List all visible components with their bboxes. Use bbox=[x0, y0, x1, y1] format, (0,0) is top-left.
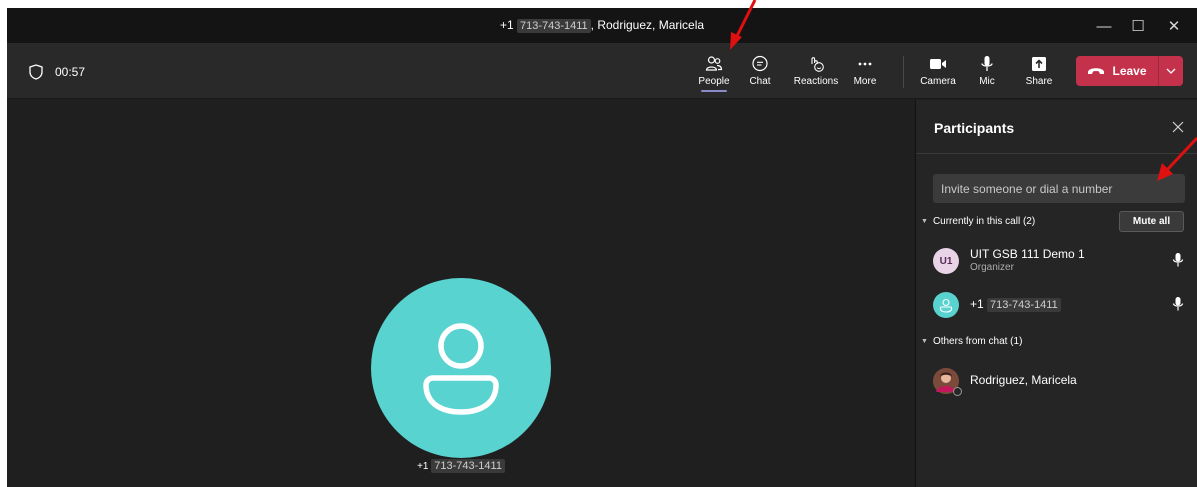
chat-label: Chat bbox=[749, 76, 771, 87]
person-icon bbox=[939, 298, 953, 313]
close-window-button[interactable]: ✕ bbox=[1157, 8, 1191, 44]
participant-avatar-large bbox=[371, 278, 551, 458]
timer-text: 00:57 bbox=[55, 65, 86, 79]
leave-options-button[interactable] bbox=[1159, 68, 1183, 74]
window-title: +1 713-743-1411, Rodriguez, Maricela bbox=[7, 18, 1197, 33]
more-button[interactable]: More bbox=[842, 49, 888, 95]
share-icon bbox=[1032, 57, 1046, 71]
participant-name: UIT GSB 111 Demo 1 bbox=[970, 247, 1085, 261]
avatar bbox=[933, 368, 962, 396]
participant-role: Organizer bbox=[970, 262, 1014, 273]
mic-button[interactable]: Mic bbox=[964, 49, 1010, 95]
toolbar-divider bbox=[903, 56, 904, 88]
title-contact-name: Rodriguez, Maricela bbox=[597, 18, 705, 32]
close-icon: ✕ bbox=[1167, 18, 1181, 35]
title-prefix: +1 bbox=[499, 18, 514, 32]
participant-name: Rodriguez, Maricela bbox=[970, 373, 1077, 387]
others-section-label: Others from chat (1) bbox=[932, 336, 1023, 347]
annotation-arrow bbox=[730, 0, 757, 50]
participant-name-prefix: +1 bbox=[970, 297, 984, 311]
participant-row[interactable]: +1 713-743-1411 bbox=[933, 290, 1188, 324]
participant-row[interactable]: Rodriguez, Maricela bbox=[933, 366, 1188, 400]
mic-label: Mic bbox=[979, 76, 995, 87]
invite-input[interactable] bbox=[933, 174, 1185, 203]
meeting-toolbar: 00:57 People Chat Reactions More Camera … bbox=[7, 44, 1197, 99]
more-label: More bbox=[853, 76, 877, 87]
panel-title: Participants bbox=[934, 120, 1015, 136]
camera-icon bbox=[930, 59, 946, 69]
active-tab-indicator bbox=[701, 90, 727, 92]
stage-name-prefix: +1 bbox=[417, 461, 429, 472]
maximize-icon: ☐ bbox=[1131, 18, 1145, 35]
close-panel-button[interactable] bbox=[1169, 118, 1187, 136]
participant-name-label: +1 713-743-1411 bbox=[7, 459, 915, 473]
in-call-section-header[interactable]: ▼ Currently in this call (2) bbox=[921, 216, 1035, 227]
mic-icon bbox=[981, 56, 993, 71]
mic-icon bbox=[1172, 253, 1184, 267]
close-icon bbox=[1172, 121, 1184, 133]
mute-all-button[interactable]: Mute all bbox=[1119, 211, 1184, 232]
avatar bbox=[933, 292, 959, 318]
leave-button[interactable]: Leave bbox=[1076, 64, 1158, 78]
chevron-down-icon bbox=[1166, 68, 1176, 74]
leave-button-group: Leave bbox=[1076, 56, 1183, 86]
participant-name: +1 713-743-1411 bbox=[970, 297, 1061, 312]
phone-hangup-icon bbox=[1088, 68, 1105, 74]
title-phone-number: 713-743-1411 bbox=[516, 19, 591, 33]
meeting-timer: 00:57 bbox=[29, 64, 85, 80]
camera-button[interactable]: Camera bbox=[915, 49, 961, 95]
offline-status-icon bbox=[953, 387, 962, 396]
minimize-icon: — bbox=[1096, 17, 1112, 35]
minimize-button[interactable]: — bbox=[1087, 8, 1121, 44]
stage-phone-number: 713-743-1411 bbox=[431, 459, 505, 473]
mic-icon bbox=[1172, 297, 1184, 311]
reactions-button[interactable]: Reactions bbox=[793, 49, 839, 95]
people-icon bbox=[705, 56, 723, 71]
person-icon bbox=[423, 323, 499, 415]
reactions-label: Reactions bbox=[793, 76, 839, 87]
teams-meeting-window: +1 713-743-1411, Rodriguez, Maricela — ☐… bbox=[7, 8, 1197, 487]
shield-icon bbox=[29, 64, 43, 80]
people-label: People bbox=[698, 76, 730, 87]
title-bar: +1 713-743-1411, Rodriguez, Maricela — ☐… bbox=[7, 8, 1197, 44]
participant-row[interactable]: U1 UIT GSB 111 Demo 1 Organizer bbox=[933, 246, 1188, 280]
in-call-section-label: Currently in this call (2) bbox=[932, 216, 1036, 227]
collapse-caret-icon: ▼ bbox=[921, 338, 928, 345]
video-stage: +1 713-743-1411 bbox=[7, 100, 915, 487]
annotation-arrow bbox=[1157, 136, 1197, 181]
avatar: U1 bbox=[933, 248, 959, 274]
more-icon bbox=[858, 62, 872, 66]
participant-phone-number: 713-743-1411 bbox=[987, 298, 1061, 312]
share-button[interactable]: Share bbox=[1016, 49, 1062, 95]
maximize-button[interactable]: ☐ bbox=[1121, 8, 1155, 44]
others-section-header[interactable]: ▼ Others from chat (1) bbox=[921, 336, 1022, 347]
camera-label: Camera bbox=[920, 76, 956, 87]
collapse-caret-icon: ▼ bbox=[921, 218, 928, 225]
reactions-icon bbox=[811, 57, 824, 72]
leave-label: Leave bbox=[1112, 64, 1147, 78]
share-label: Share bbox=[1025, 76, 1053, 87]
